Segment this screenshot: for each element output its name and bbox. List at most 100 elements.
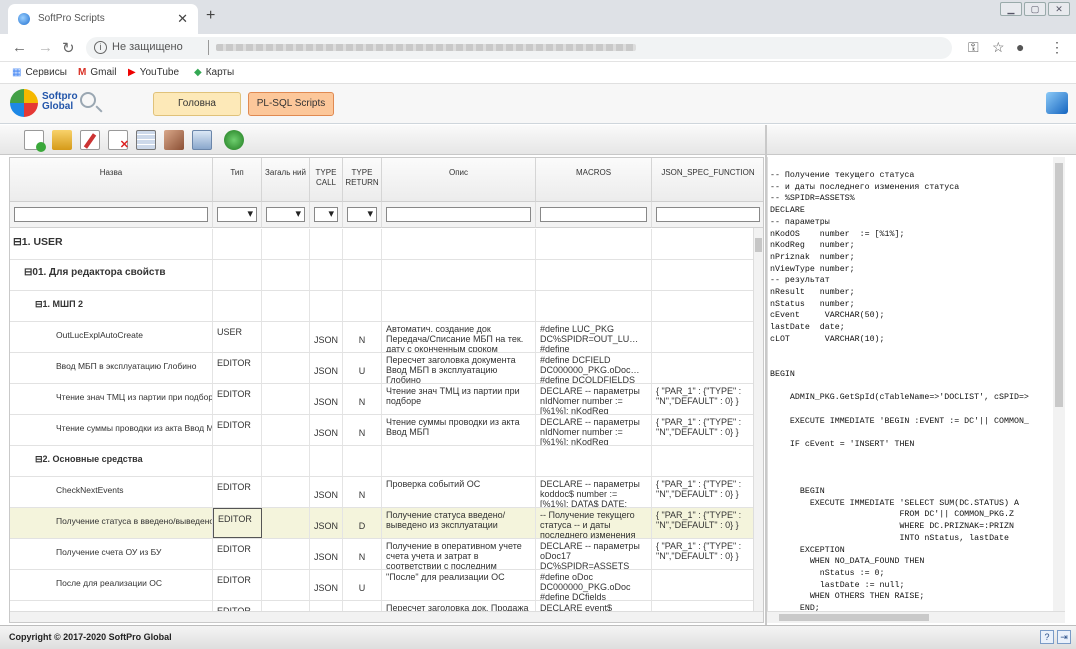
reload-icon[interactable]: ↻ [62,39,75,57]
youtube-bookmark[interactable]: ▶ YouTube [128,67,179,78]
grid-horizontal-scrollbar[interactable] [10,611,763,622]
filter-general-select[interactable] [266,207,305,222]
server-icon[interactable] [192,130,212,150]
star-icon[interactable]: ☆ [992,39,1005,56]
group-label: ⊟1. USER [10,229,213,259]
search-icon[interactable] [80,92,96,108]
filter-macros-input[interactable] [540,207,647,222]
url-field[interactable]: i Не защищено [86,37,952,59]
cell-name: OutLucExplAutoCreate [10,322,213,352]
close-tab-icon[interactable]: ✕ [177,11,188,27]
cell-json [652,570,763,600]
gmail-bookmark[interactable]: M Gmail [78,67,116,78]
col-header-macros[interactable]: MACROS [536,158,652,202]
cell-type: EDITOR [213,508,262,538]
cell-macros: DECLARE -- параметры koddoc$ number := [… [536,477,652,507]
new-tab-icon[interactable]: + [206,7,215,25]
address-bar: ← → ↻ i Не защищено ⚿ ☆ ● ⋮ [0,34,1076,62]
open-folder-icon[interactable] [52,130,72,150]
maps-bookmark[interactable]: ◆ Карты [194,67,234,78]
cell-desc: Получение статуса введено/ выведено из э… [382,508,536,538]
profile-icon[interactable]: ● [1016,39,1024,55]
cell-name: Ввод МБП в эксплуатацию Глобино [10,353,213,383]
delete-document-icon[interactable]: ✕ [108,130,129,151]
cell-type: EDITOR [213,415,262,445]
tab-plsql-scripts[interactable]: PL-SQL Scripts [248,92,334,116]
new-document-icon[interactable] [24,130,46,152]
cell-type: USER [213,322,262,352]
logout-icon[interactable]: ⇥ [1057,630,1071,644]
filter-desc-input[interactable] [386,207,531,222]
filter-json-input[interactable] [656,207,760,222]
info-icon[interactable]: i [94,41,107,54]
table-row[interactable]: Ввод МБП в эксплуатацию Глобино EDITOR JSO… [10,353,755,384]
tab-home[interactable]: Головна [153,92,241,116]
minimize-icon[interactable]: ▁ [1000,2,1022,16]
cell-macros: DECLARE -- параметры oDoc17 DC%SPIDR=ASS… [536,539,652,569]
browser-tab-strip: SoftPro Scripts ✕ + ▁ ▢ ✕ [0,0,1076,34]
code-horizontal-scrollbar[interactable] [767,611,1065,623]
cell-type: EDITOR [213,353,262,383]
cell-type: EDITOR [213,477,262,507]
cell-name: Получение статуса в введено/выведено [10,508,213,538]
table-row[interactable]: Чтение знач ТМЦ из партии при подборе EDI… [10,384,755,415]
menu-icon[interactable]: ⋮ [1050,39,1064,56]
filter-call-select[interactable] [314,207,338,222]
script-code-panel[interactable]: -- Получение текущего статуса -- и даты … [767,157,1067,611]
col-header-desc[interactable]: Опис [382,158,536,202]
group-row[interactable]: ⊟1. USER [10,229,755,260]
cell-json: { "PAR_1" : {"TYPE" : "N","DEFAULT" : 0}… [652,415,763,445]
col-header-type[interactable]: Тип [213,158,262,202]
cube-grid-icon[interactable] [164,130,184,150]
app-header: Softpro Global Головна PL-SQL Scripts [0,84,1076,124]
filter-json [652,202,763,228]
database-cube-icon[interactable] [1046,92,1068,114]
filter-return-select[interactable] [347,207,377,222]
col-header-json[interactable]: JSON_SPEC_FUNCTION [652,158,763,202]
cell-json: { "PAR_1" : {"TYPE" : "N","DEFAULT" : 0}… [652,477,763,507]
close-window-icon[interactable]: ✕ [1048,2,1070,16]
table-row[interactable]: Чтение суммы проводки из акта Ввод МБП ED… [10,415,755,446]
filter-type-select[interactable] [217,207,257,222]
table-row[interactable]: OutLucExplAutoCreate USER JSON N Автоматич. … [10,322,755,353]
cell-call: JSON [310,384,343,414]
filter-name-input[interactable] [14,207,208,222]
browser-tab[interactable]: SoftPro Scripts ✕ [8,4,198,34]
table-icon[interactable] [136,130,156,150]
cell-ret: U [343,570,382,600]
refresh-icon[interactable] [224,130,244,150]
forward-icon[interactable]: → [38,39,53,56]
filter-return [343,202,382,228]
group-row[interactable]: ⊟2. Основные средства [10,446,755,477]
cell-macros: -- Получение текущего статуса -- и даты … [536,508,652,538]
group-row[interactable]: ⊟01. Для редактора свойств [10,260,755,291]
group-label: ⊟01. Для редактора свойств [10,260,213,290]
col-header-call[interactable]: TYPE CALL [310,158,343,202]
filter-type [213,202,262,228]
col-header-general[interactable]: Загаль ний [262,158,310,202]
group-row[interactable]: ⊟1. МШП 2 [10,291,755,322]
key-icon[interactable]: ⚿ [968,39,979,56]
table-row[interactable]: После для реализации ОС EDITOR JSON U "После… [10,570,755,601]
cell-call: JSON [310,570,343,600]
cell-json: { "PAR_1" : {"TYPE" : "N","DEFAULT" : 0}… [652,508,763,538]
cell-desc: Автоматич. создание док Передача/Списани… [382,322,536,352]
cell-call: JSON [310,322,343,352]
cell-call: JSON [310,508,343,538]
table-row[interactable]: Получение статуса в введено/выведено EDIT… [10,508,755,539]
back-icon[interactable]: ← [12,39,27,56]
cell-type: EDITOR [213,384,262,414]
col-header-return[interactable]: TYPE RETURN [343,158,382,202]
edit-document-icon[interactable] [80,130,100,150]
maximize-icon[interactable]: ▢ [1024,2,1046,16]
youtube-icon: ▶ [128,67,136,78]
help-icon[interactable]: ? [1040,630,1054,644]
col-header-name[interactable]: Назва [10,158,213,202]
code-vertical-scrollbar[interactable] [1053,157,1065,611]
table-row[interactable]: Получение счета ОУ из БУ EDITOR JSON N Получ… [10,539,755,570]
table-row[interactable]: CheckNextEvents EDITOR JSON N Проверка событ… [10,477,755,508]
cell-desc: Пересчет заголовка документа Ввод МБП в … [382,353,536,383]
cell-ret: N [343,384,382,414]
apps-bookmark[interactable]: ▦ Сервисы [12,67,67,78]
grid-vertical-scrollbar[interactable] [753,228,763,612]
